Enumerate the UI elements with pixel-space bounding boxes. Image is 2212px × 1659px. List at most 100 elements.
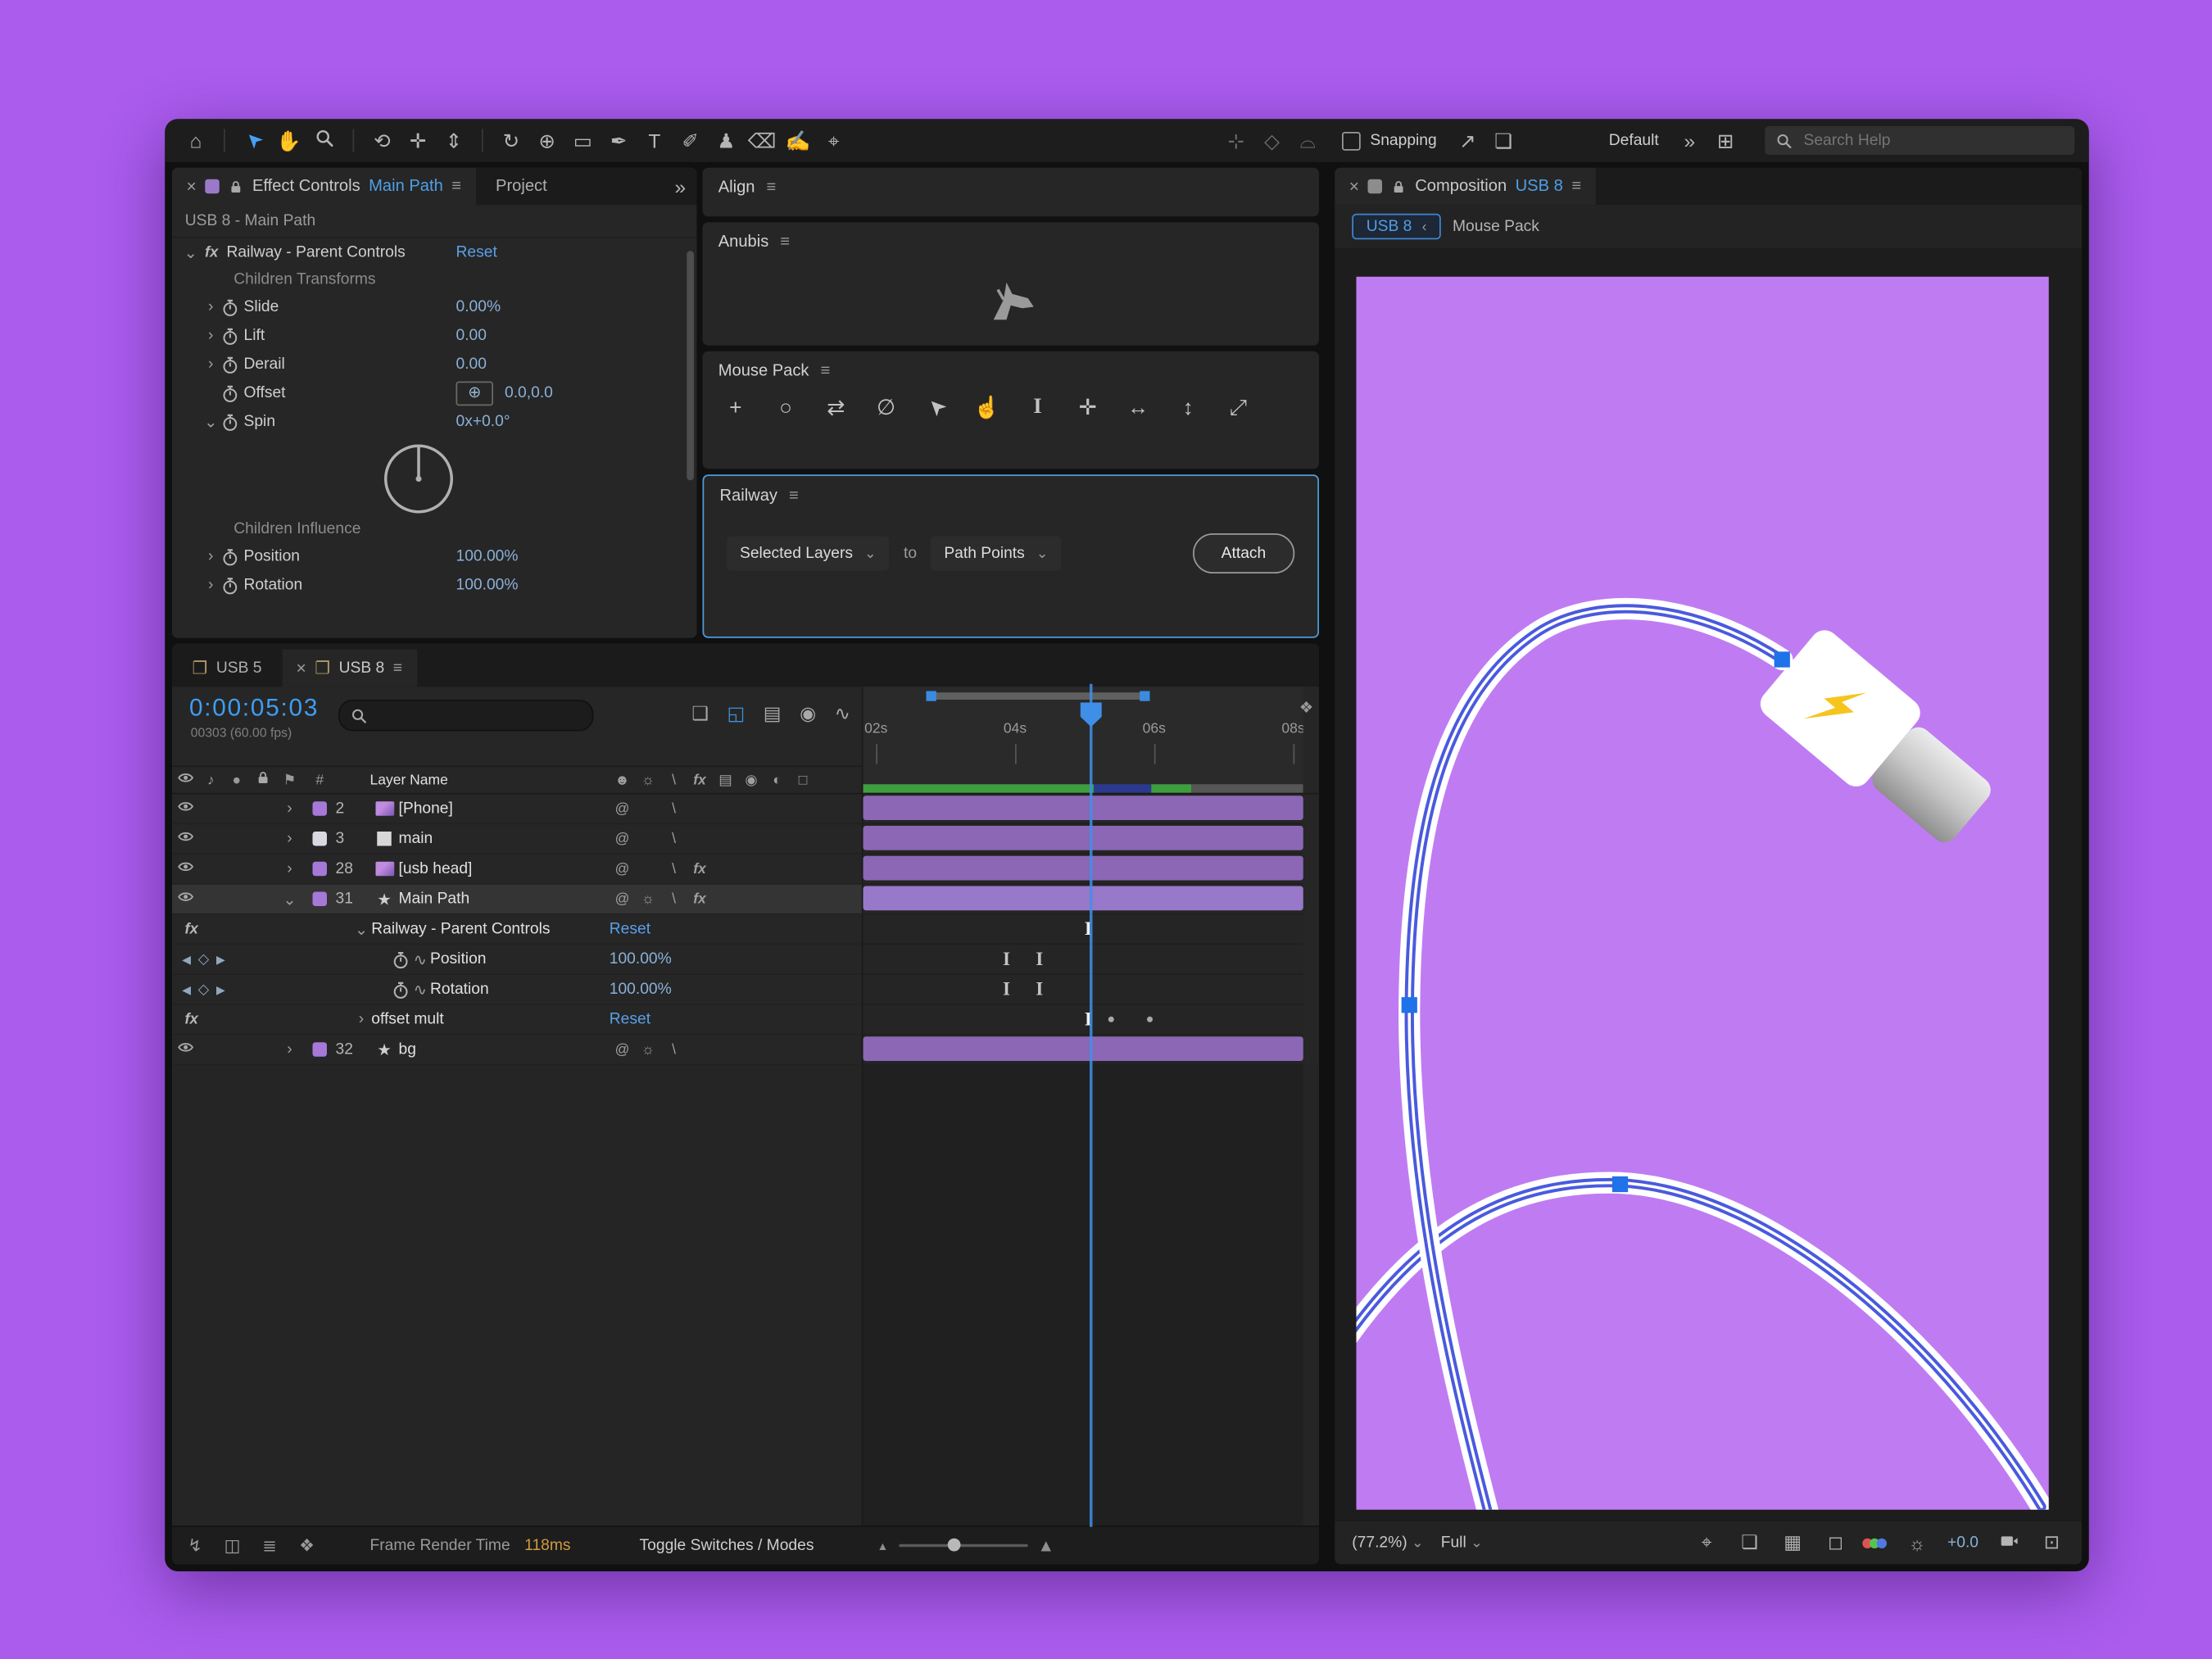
parent-pickwhip-icon[interactable]: @ bbox=[610, 891, 636, 907]
next-keyframe-icon[interactable]: ▶ bbox=[216, 953, 225, 966]
keyframe-marker[interactable]: I bbox=[1003, 948, 1010, 971]
fx-switch[interactable]: fx bbox=[687, 861, 713, 877]
graph-editor-icon[interactable]: ∿ bbox=[835, 703, 850, 726]
eye-icon[interactable] bbox=[172, 1040, 198, 1060]
render-engine-icon[interactable]: ↯ bbox=[184, 1535, 206, 1556]
transparency-grid-icon[interactable]: ▦ bbox=[1779, 1531, 1806, 1554]
circle-icon[interactable]: ○ bbox=[773, 395, 799, 419]
layer-bar-selected[interactable] bbox=[863, 886, 1303, 911]
layer-bar[interactable] bbox=[863, 856, 1303, 881]
playhead-line[interactable] bbox=[1090, 684, 1092, 1527]
stopwatch-icon[interactable] bbox=[221, 326, 240, 345]
prev-keyframe-icon[interactable]: ◀ bbox=[182, 983, 191, 996]
search-help-box[interactable] bbox=[1765, 126, 2074, 155]
time-ruler[interactable]: 02s 04s 06s 08s bbox=[863, 687, 1303, 793]
fx-switch[interactable]: fx bbox=[687, 891, 713, 907]
param-value[interactable]: 0.0,0.0 bbox=[505, 384, 553, 401]
add-keyframe-icon[interactable]: ◇ bbox=[198, 951, 209, 967]
ibeam-icon[interactable]: I bbox=[1025, 395, 1051, 419]
expand-chevron-icon[interactable]: › bbox=[351, 1011, 372, 1028]
region-of-interest-icon[interactable]: ❏ bbox=[1487, 119, 1520, 162]
hide-icon[interactable]: ∅ bbox=[873, 394, 900, 420]
quality-switch[interactable]: \ bbox=[661, 891, 687, 907]
type-tool-icon[interactable]: T bbox=[638, 119, 671, 162]
param-value[interactable]: 0.00 bbox=[456, 356, 487, 373]
collapse-icon[interactable]: ⇄ bbox=[823, 394, 850, 420]
effect-row-railway[interactable]: fx ⌄ Railway - Parent Controls Reset bbox=[172, 915, 862, 945]
eraser-tool-icon[interactable]: ⌫ bbox=[746, 119, 778, 162]
parent-pickwhip-icon[interactable]: @ bbox=[610, 831, 636, 846]
stopwatch-icon[interactable] bbox=[221, 297, 240, 316]
mini-flowchart-icon[interactable]: ❑ bbox=[691, 703, 708, 726]
timeline-zoom-slider[interactable] bbox=[899, 1544, 1028, 1548]
label-color-swatch[interactable] bbox=[313, 892, 328, 907]
layer-name[interactable]: main bbox=[399, 830, 433, 847]
show-snapshot-icon[interactable]: ⊡ bbox=[2039, 1531, 2065, 1554]
param-row-rotation[interactable]: › Rotation 100.00% bbox=[172, 571, 697, 600]
layer-row-bg[interactable]: › 32 ★ bg @☼\ bbox=[172, 1036, 862, 1066]
rotate-tool-icon[interactable]: ↻ bbox=[495, 119, 528, 162]
stopwatch-icon[interactable] bbox=[221, 355, 240, 374]
hand-tool-icon[interactable]: ✋ bbox=[273, 119, 306, 162]
keyframe-dot[interactable] bbox=[1147, 1017, 1153, 1022]
rotation-dial[interactable] bbox=[384, 445, 453, 514]
workspace-more-icon[interactable]: » bbox=[1673, 119, 1706, 162]
search-help-input[interactable] bbox=[1801, 130, 2036, 151]
param-row-lift[interactable]: › Lift 0.00 bbox=[172, 321, 697, 350]
layer-name[interactable]: [usb head] bbox=[399, 860, 473, 877]
work-area-end-handle[interactable] bbox=[1140, 691, 1149, 701]
playhead-handle[interactable] bbox=[1081, 703, 1102, 728]
collapse-switch[interactable]: ☼ bbox=[635, 891, 661, 907]
timeline-tab-usb8[interactable]: × ❐ USB 8 ≡ bbox=[282, 650, 417, 687]
eye-icon[interactable] bbox=[172, 859, 198, 879]
stopwatch-icon[interactable] bbox=[392, 950, 410, 968]
layer-row-usb-head[interactable]: › 28 [usb head] @\fx bbox=[172, 854, 862, 885]
property-name[interactable]: Rotation bbox=[430, 981, 489, 998]
comp-breadcrumb-current[interactable]: USB 8 ‹ bbox=[1352, 214, 1441, 240]
lock-icon[interactable] bbox=[1391, 179, 1407, 194]
property-value[interactable]: 100.00% bbox=[610, 981, 672, 998]
effect-name[interactable]: Railway - Parent Controls bbox=[371, 921, 550, 938]
prev-keyframe-icon[interactable]: ◀ bbox=[182, 953, 191, 966]
motion-blur-icon[interactable]: ◉ bbox=[800, 703, 816, 726]
path-point[interactable] bbox=[1402, 997, 1417, 1013]
draft-3d-icon[interactable]: ◱ bbox=[728, 703, 746, 726]
zoom-out-icon[interactable]: ▲ bbox=[877, 1539, 888, 1552]
collapse-chevron-icon[interactable]: ⌄ bbox=[351, 920, 372, 939]
cursor-icon[interactable]: ➤ bbox=[923, 394, 950, 420]
mask-visibility-icon[interactable]: ◻ bbox=[1823, 1531, 1849, 1554]
keyframe-marker[interactable]: I bbox=[1003, 978, 1010, 1001]
parent-pickwhip-icon[interactable]: @ bbox=[610, 861, 636, 877]
effect-name[interactable]: offset mult bbox=[371, 1011, 443, 1028]
panel-menu-icon[interactable]: ≡ bbox=[451, 178, 461, 195]
snapshot-camera-icon[interactable] bbox=[1996, 1531, 2022, 1554]
expand-chevron-icon[interactable]: › bbox=[275, 860, 304, 877]
param-value[interactable]: 0.00 bbox=[456, 327, 487, 344]
puppet-pin-tool-icon[interactable]: ⌖ bbox=[818, 119, 850, 162]
axis-mode-view-icon[interactable]: ⌓ bbox=[1291, 119, 1324, 162]
property-value[interactable]: 100.00% bbox=[610, 950, 672, 968]
param-value[interactable]: 0.00% bbox=[456, 298, 501, 315]
param-row-slide[interactable]: › Slide 0.00% bbox=[172, 292, 697, 321]
collapse-chevron-icon[interactable]: ⌄ bbox=[181, 243, 202, 262]
param-value[interactable]: 0x+0.0° bbox=[456, 413, 510, 430]
home-icon[interactable]: ⌂ bbox=[179, 119, 212, 162]
property-row-rotation[interactable]: ◀ ◇ ▶ ∿ Rotation 100.00% bbox=[172, 975, 862, 1005]
exposure-value[interactable]: +0.0 bbox=[1947, 1534, 1979, 1552]
current-timecode[interactable]: 0:00:05:03 bbox=[189, 694, 319, 723]
snapping-checkbox[interactable] bbox=[1341, 131, 1360, 150]
stopwatch-icon[interactable] bbox=[221, 547, 240, 566]
eye-icon[interactable] bbox=[172, 799, 198, 819]
target-view-icon[interactable]: ⌖ bbox=[1693, 1531, 1720, 1554]
layer-name[interactable]: Main Path bbox=[399, 891, 470, 908]
more-panels-icon[interactable]: » bbox=[664, 168, 696, 208]
parent-pickwhip-icon[interactable]: @ bbox=[610, 800, 636, 816]
timeline-tab-usb5[interactable]: ❐ USB 5 bbox=[172, 650, 282, 687]
layer-row-phone[interactable]: › 2 [Phone] @\ bbox=[172, 795, 862, 825]
composition-tab[interactable]: × Composition USB 8 ≡ bbox=[1335, 168, 1595, 206]
work-area-bar[interactable] bbox=[931, 692, 1146, 700]
quality-switch[interactable]: \ bbox=[661, 800, 687, 816]
dolly-camera-tool-icon[interactable]: ⇕ bbox=[437, 119, 470, 162]
effect-row-offset-mult[interactable]: fx › offset mult Reset bbox=[172, 1005, 862, 1036]
axis-mode-world-icon[interactable]: ◇ bbox=[1255, 119, 1288, 162]
